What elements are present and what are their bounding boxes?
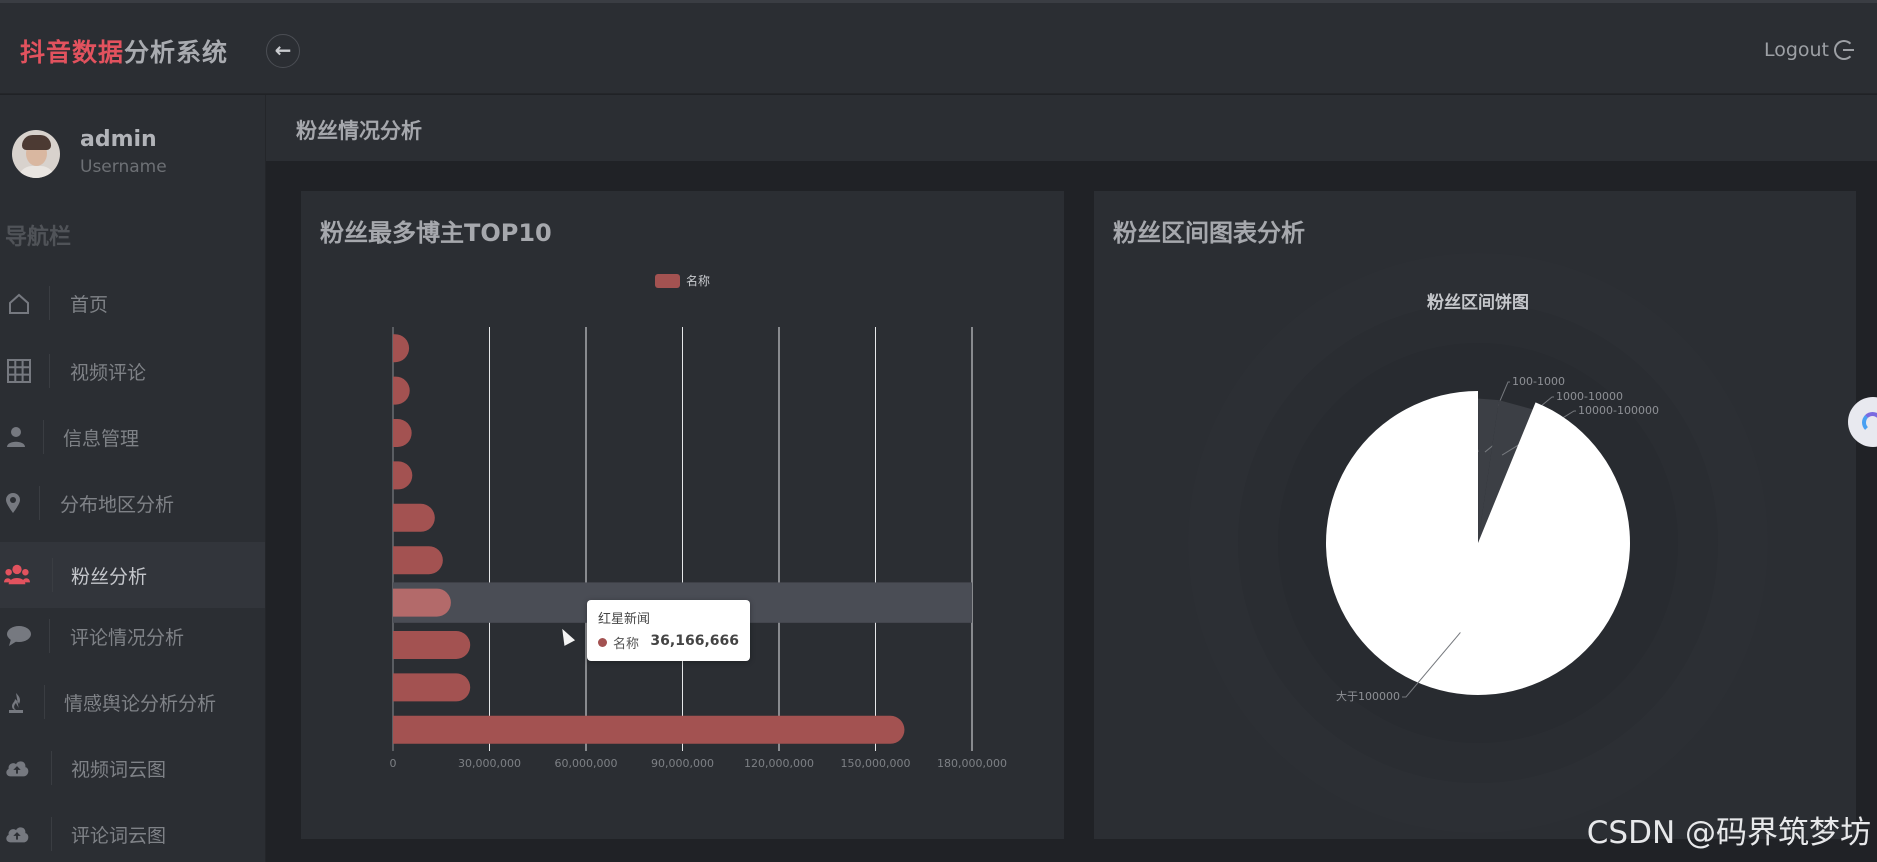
x-tick-label: 0 [390,757,397,770]
pie-label: 10000-100000 [1578,404,1659,417]
sidebar-item-label: 视频评论 [70,361,147,384]
users-icon [4,562,30,588]
map-marker-icon [0,490,26,516]
pie-slice [1326,391,1630,695]
legend-label: 名称 [686,273,710,288]
sidebar-item-label: 评论情况分析 [70,626,185,649]
legend-swatch [655,274,680,288]
cloud-upload-icon [4,821,30,847]
series-color-dot [598,638,607,647]
pie-label: 100-1000 [1512,375,1565,388]
arrow-left-icon: ← [274,38,292,62]
bar [393,631,471,659]
sidebar-item-label: 分布地区分析 [60,493,175,516]
app-title-rest: 分析系统 [124,38,229,67]
home-icon [6,291,32,317]
app-title: 抖音数据分析系统 [20,33,228,69]
sign-out-icon [1834,40,1854,60]
sidebar: admin Username 导航栏 首页 视频评论 信息管理 分布地区分析 粉… [0,95,266,862]
app-title-accent: 抖音数据 [20,38,125,67]
sidebar-item-comment-wordcloud[interactable]: 评论词云图 [0,801,265,862]
sidebar-item-label: 情感舆论分析分析 [64,692,217,715]
sidebar-toggle-button[interactable]: ← [266,34,300,68]
user-icon [3,424,29,450]
sidebar-item-label: 视频词云图 [71,758,167,781]
bar [393,503,435,532]
bar [393,546,443,575]
tooltip-title: 红星新闻 [598,612,651,627]
x-tick-label: 90,000,000 [651,757,714,770]
page-title: 粉丝情况分析 [296,119,422,143]
pie-title: 粉丝区间饼图 [1427,292,1529,313]
x-tick-label: 30,000,000 [458,757,521,770]
sidebar-item-label: 信息管理 [63,427,140,450]
logout-label: Logout [1763,39,1829,61]
sidebar-item-label: 粉丝分析 [71,565,148,588]
pie-label: 1000-10000 [1556,390,1623,403]
tooltip-series: 名称 [613,637,640,652]
grid-icon [6,358,32,384]
user-role: Username [80,157,167,177]
sidebar-item-info-management[interactable]: 信息管理 [0,404,265,470]
chart-legend: 名称 [655,273,710,288]
bar [393,334,410,363]
cloud-upload-icon [4,755,30,781]
pie-label: 大于100000 [1336,689,1400,703]
x-tick-label: 180,000,000 [937,757,1007,770]
bar [393,419,412,447]
x-tick-label: 60,000,000 [555,757,618,770]
x-tick-label: 150,000,000 [841,757,911,770]
fan-range-panel: 粉丝区间图表分析 粉丝区间饼图 100-1000 1000-10000 10000-1… [1094,191,1856,839]
sidebar-item-region-analysis[interactable]: 分布地区分析 [0,470,265,536]
sidebar-item-label: 评论词云图 [71,824,167,847]
bar [393,588,451,617]
content-header: 粉丝情况分析 [266,95,1877,161]
sidebar-item-fans-analysis[interactable]: 粉丝分析 [0,542,265,608]
sidebar-item-video-wordcloud[interactable]: 视频词云图 [0,735,265,801]
sidebar-item-label: 首页 [70,293,109,316]
fan-range-pie-chart: 粉丝区间饼图 100-1000 1000-1000010000-100000 大于10… [1188,253,1768,833]
watermark: CSDN @码界筑梦坊 [1586,815,1871,851]
logout-button[interactable]: Logout [1764,39,1854,61]
nav-title: 导航栏 [5,225,72,250]
bar [393,715,905,744]
chart-tooltip: 红星新闻 名称 36,166,666 [587,600,750,661]
top10-panel: 粉丝最多博主TOP10 名称 0 30,000,000 60,000,000 90,00… [301,191,1064,839]
fire-extinguisher-icon [3,689,29,715]
top-header: 抖音数据分析系统 ← Logout [0,3,1877,94]
bar [393,673,471,702]
avatar [12,130,60,178]
bar [393,376,410,405]
sidebar-item-sentiment-analysis[interactable]: 情感舆论分析分析 [0,669,265,735]
sidebar-item-home[interactable]: 首页 [0,270,265,336]
user-name: admin [80,127,157,152]
sidebar-item-comment-analysis[interactable]: 评论情况分析 [0,603,265,669]
comment-icon [6,623,32,649]
assistant-icon [1862,412,1877,433]
top10-bar-chart: 名称 0 30,000,000 60,000,000 90,000,000 120,000… [390,273,1007,770]
x-tick-label: 120,000,000 [744,757,814,770]
tooltip-value: 36,166,666 [650,633,739,649]
sidebar-item-video-comments[interactable]: 视频评论 [0,338,265,404]
bar [393,461,413,490]
